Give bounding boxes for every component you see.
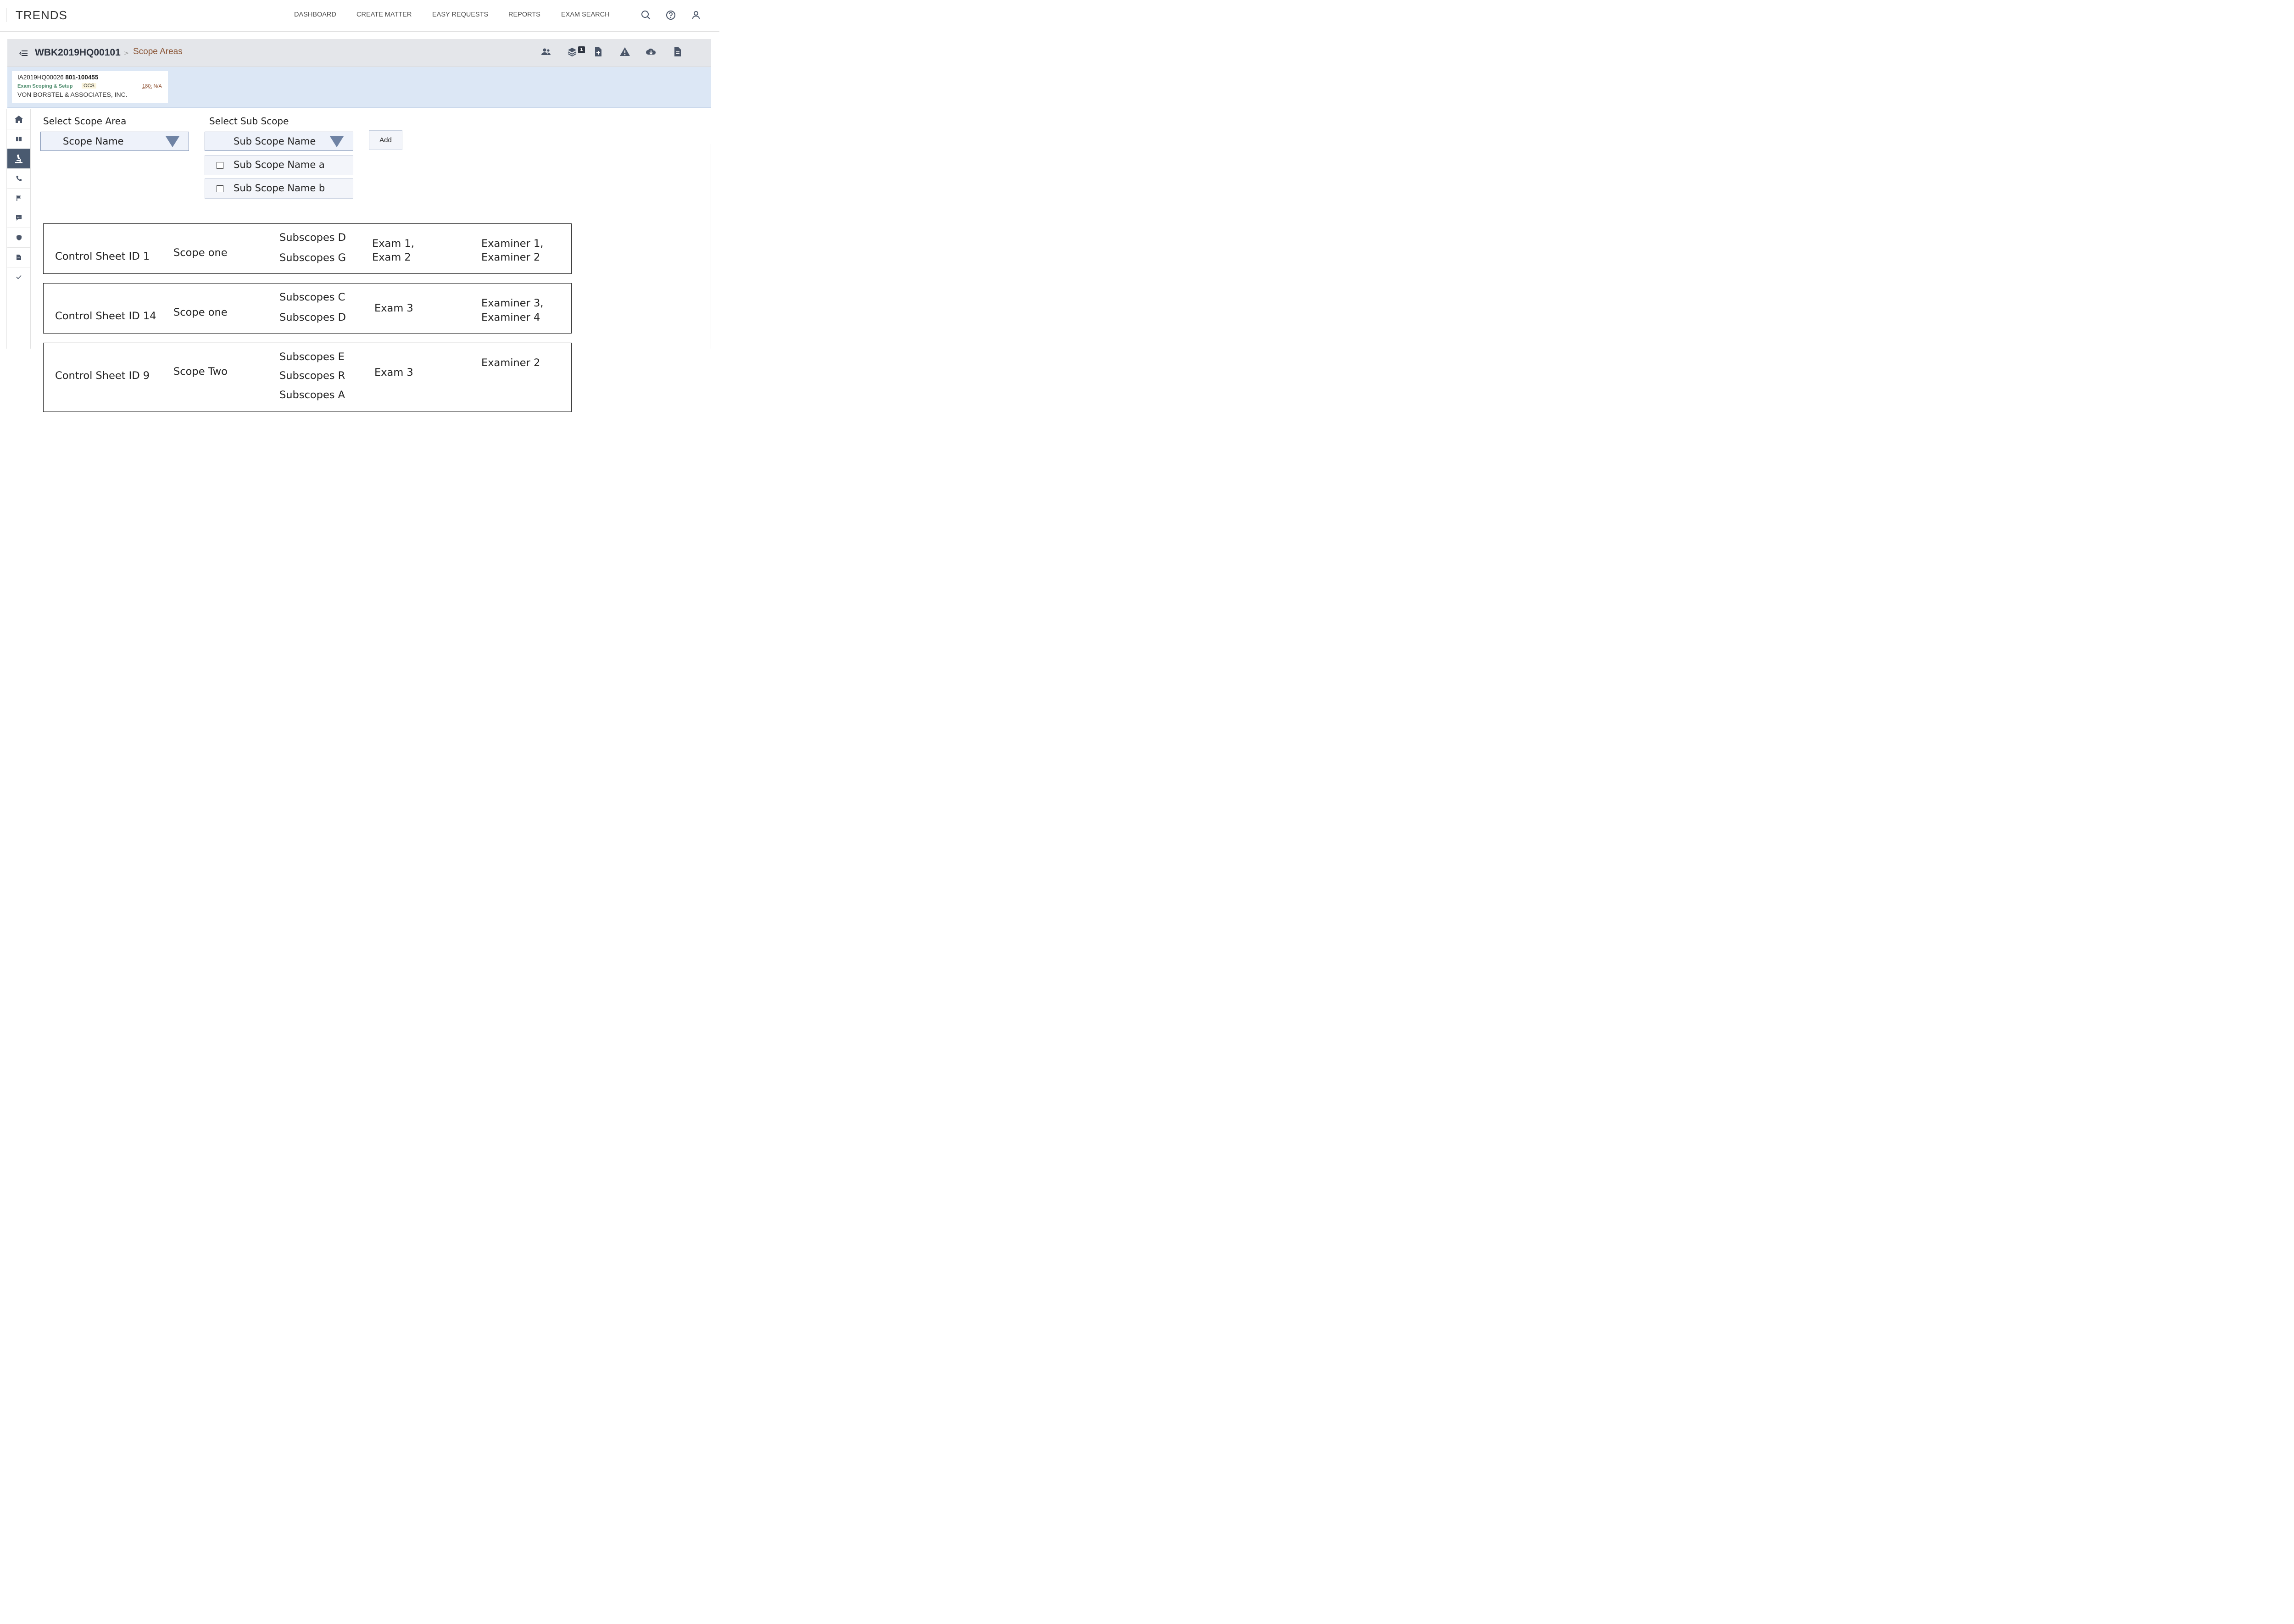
rail-item-phone[interactable] — [7, 168, 30, 189]
sub-scope-checkbox[interactable] — [217, 162, 223, 169]
exam-item: Exam 2 — [372, 251, 411, 263]
scope-name: Scope one — [173, 247, 228, 259]
chevron-down-icon — [330, 136, 344, 147]
people-icon[interactable] — [540, 46, 551, 57]
rail-item-file[interactable] — [7, 247, 30, 267]
breadcrumb-current-page: Scope Areas — [133, 47, 183, 56]
search-icon[interactable] — [640, 9, 652, 21]
notification-badge: 1 — [578, 46, 585, 53]
examiner-item: Examiner 2 — [481, 251, 540, 263]
control-sheet-id: Control Sheet ID 1 — [55, 250, 150, 262]
status-label: Exam Scoping & Setup — [17, 83, 73, 89]
subscope-item: Subscopes E — [279, 351, 345, 363]
scope-name: Scope Two — [173, 366, 228, 378]
subscope-item: Subscopes R — [279, 370, 345, 382]
flag-icon — [17, 195, 21, 201]
sub-scope-option-label: Sub Scope Name a — [234, 159, 325, 170]
warning-icon[interactable] — [619, 46, 630, 57]
menu-collapse-icon[interactable] — [19, 49, 28, 57]
examiner-item: Examiner 4 — [481, 311, 540, 323]
nav-reports[interactable]: REPORTS — [508, 11, 540, 18]
document-icon[interactable] — [672, 46, 683, 57]
sub-scope-value: Sub Scope Name — [234, 136, 316, 147]
microscope-icon — [15, 154, 22, 163]
reference-line: IA2019HQ00026 801-100455 — [17, 74, 98, 81]
top-header: TRENDS DASHBOARD CREATE MATTER EASY REQU… — [0, 0, 719, 32]
side-rail — [6, 109, 31, 349]
matter-info-band: IA2019HQ00026 801-100455 Exam Scoping & … — [7, 67, 711, 108]
exam-item: Exam 1, — [372, 238, 414, 250]
breadcrumb-separator: > — [124, 50, 129, 57]
exam-item: Exam 3 — [374, 367, 413, 378]
rail-item-shield[interactable] — [7, 228, 30, 248]
chevron-down-icon — [166, 136, 179, 147]
cloud-download-icon[interactable] — [646, 46, 657, 57]
scope-name: Scope one — [173, 306, 228, 318]
scope-area-label: Select Scope Area — [43, 116, 127, 127]
reference-id: IA2019HQ00026 — [17, 74, 64, 81]
phone-icon — [16, 175, 22, 181]
control-sheet-row[interactable]: Control Sheet ID 9 Scope Two Subscopes E… — [43, 343, 572, 412]
nav-exam-search[interactable]: EXAM SEARCH — [561, 11, 610, 18]
check-icon — [16, 275, 22, 279]
subscope-item: Subscopes D — [279, 232, 346, 244]
control-sheet-id: Control Sheet ID 9 — [55, 370, 150, 382]
rail-item-chat[interactable] — [7, 208, 30, 228]
examiner-item: Examiner 2 — [481, 357, 540, 369]
add-document-icon[interactable] — [593, 46, 604, 57]
nav-easy-requests[interactable]: EASY REQUESTS — [432, 11, 488, 18]
rail-item-book[interactable] — [7, 129, 30, 149]
status-tag: OCS — [82, 83, 96, 89]
matter-id: WBK2019HQ00101 — [35, 47, 121, 58]
rail-item-home[interactable] — [7, 109, 30, 129]
rail-item-flag[interactable] — [7, 188, 30, 208]
exam-item: Exam 3 — [374, 302, 413, 314]
subscope-item: Subscopes A — [279, 389, 345, 401]
sub-scope-checkbox[interactable] — [217, 185, 223, 192]
company-name: VON BORSTEL & ASSOCIATES, INC. — [17, 91, 128, 98]
rail-item-microscope[interactable] — [7, 149, 30, 169]
subscope-item: Subscopes D — [279, 311, 346, 323]
examiner-item: Examiner 1, — [481, 238, 544, 250]
control-sheet-row[interactable]: Control Sheet ID 1 Scope one Subscopes D… — [43, 223, 572, 274]
app-logo[interactable]: TRENDS — [16, 8, 67, 22]
file-icon — [17, 254, 21, 260]
rail-edge — [6, 109, 7, 349]
sub-scope-option[interactable]: Sub Scope Name b — [205, 178, 353, 199]
reference-number: 801-100455 — [65, 74, 99, 81]
user-icon[interactable] — [690, 9, 702, 21]
header-divider — [6, 8, 7, 22]
examiner-item: Examiner 3, — [481, 297, 544, 309]
days-suffix: N/A — [153, 83, 162, 89]
scope-area-value: Scope Name — [63, 136, 124, 147]
nav-dashboard[interactable]: DASHBOARD — [294, 11, 336, 18]
sub-scope-select[interactable]: Sub Scope Name — [205, 132, 353, 151]
nav-create-matter[interactable]: CREATE MATTER — [356, 11, 412, 18]
chat-icon — [16, 215, 22, 221]
sub-scope-option[interactable]: Sub Scope Name a — [205, 155, 353, 175]
control-sheet-id: Control Sheet ID 14 — [55, 310, 156, 322]
matter-bar: WBK2019HQ00101 > Scope Areas 1 — [7, 39, 711, 67]
subscope-item: Subscopes G — [279, 252, 346, 264]
layers-icon[interactable] — [567, 46, 578, 57]
sub-scope-option-label: Sub Scope Name b — [234, 183, 325, 194]
rail-item-check[interactable] — [7, 267, 30, 287]
matter-info-card[interactable]: IA2019HQ00026 801-100455 Exam Scoping & … — [12, 71, 168, 103]
add-button[interactable]: Add — [369, 130, 402, 150]
help-icon[interactable] — [665, 9, 677, 21]
scope-area-select[interactable]: Scope Name — [40, 132, 189, 151]
subscope-item: Subscopes C — [279, 291, 345, 303]
shield-icon — [16, 234, 22, 240]
control-sheet-row[interactable]: Control Sheet ID 14 Scope one Subscopes … — [43, 283, 572, 334]
days-value: 180: — [142, 83, 152, 89]
home-icon — [14, 115, 23, 123]
sub-scope-label: Select Sub Scope — [209, 116, 289, 127]
days-indicator: 180: N/A — [142, 83, 162, 89]
book-icon — [16, 136, 22, 141]
